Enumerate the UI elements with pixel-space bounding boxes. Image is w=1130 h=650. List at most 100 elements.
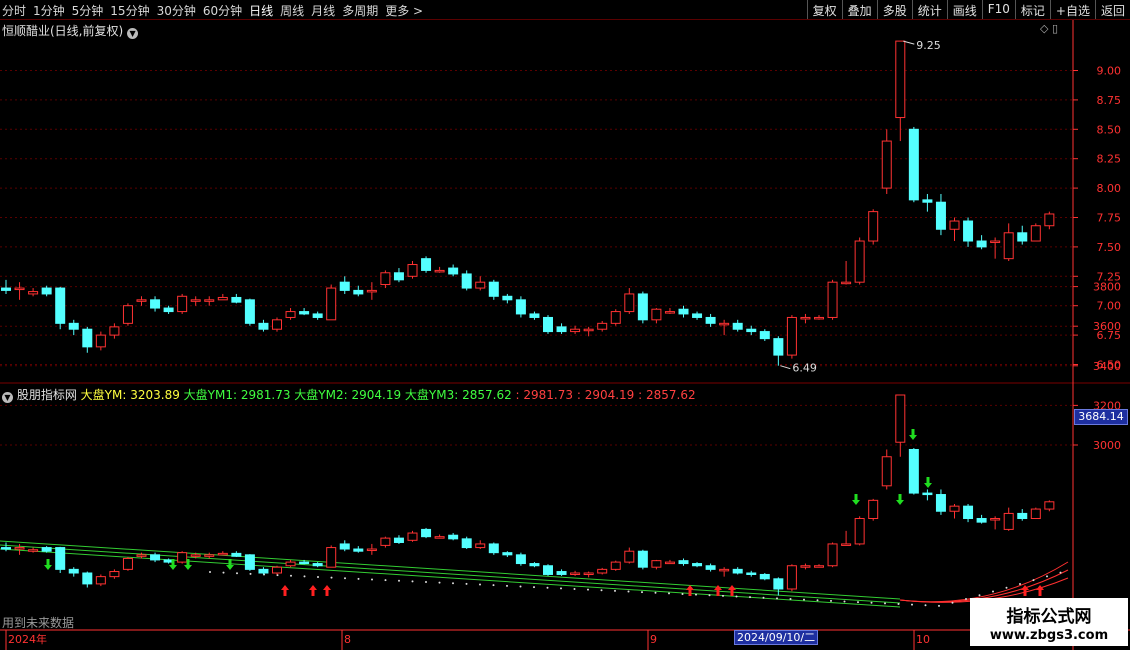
- ind-candle-body: [448, 534, 459, 540]
- period-tab-9[interactable]: 多周期: [342, 4, 378, 18]
- ind-candle-body: [150, 554, 161, 561]
- ind-candle-body: [637, 550, 648, 568]
- candle-body: [976, 240, 987, 248]
- action-button-3[interactable]: 统计: [911, 0, 947, 19]
- candle-body: [272, 319, 282, 330]
- ind-candle-body: [366, 548, 377, 552]
- candle-body: [908, 128, 919, 201]
- candle-body: [868, 211, 879, 242]
- dot-marker: [560, 587, 562, 590]
- period-tab-3[interactable]: 15分钟: [110, 4, 149, 18]
- ind-candle-body: [299, 561, 310, 565]
- dot-marker: [533, 586, 535, 589]
- ind-candle-body: [732, 568, 743, 574]
- dot-marker: [641, 591, 643, 594]
- period-tab-6[interactable]: 日线: [249, 4, 273, 18]
- action-button-0[interactable]: 复权: [806, 0, 842, 19]
- action-button-7[interactable]: +自选: [1049, 0, 1095, 19]
- ind-candle-body: [746, 572, 757, 575]
- ind-candle-body: [881, 456, 892, 487]
- candle-body: [990, 240, 1001, 244]
- ind-candle-body: [258, 568, 269, 574]
- ind-candle-body: [922, 492, 933, 496]
- dot-marker: [519, 585, 522, 588]
- time-tick-label: 9: [650, 633, 657, 646]
- up-arrow-icon: [309, 585, 317, 596]
- dot-marker: [425, 581, 427, 584]
- ind-candle-body: [963, 505, 974, 520]
- period-tab-8[interactable]: 月线: [311, 4, 335, 18]
- chart-canvas[interactable]: 9.008.758.508.258.007.757.507.257.006.75…: [0, 20, 1130, 650]
- price-tick-label: 8.75: [1097, 94, 1122, 107]
- candle-body: [800, 316, 811, 320]
- ind-candle-body: [1044, 501, 1055, 510]
- action-button-4[interactable]: 画线: [946, 0, 982, 19]
- dot-marker: [303, 575, 306, 578]
- watermark-logo: 指标公式网 www.zbgs3.com: [970, 598, 1128, 646]
- candle-body: [1017, 232, 1028, 242]
- up-arrow-icon: [323, 585, 331, 596]
- ind-candle-body: [82, 572, 93, 585]
- action-button-2[interactable]: 多股: [876, 0, 912, 19]
- ind-candle-body: [529, 563, 540, 567]
- candle-body: [963, 220, 974, 242]
- ind-candle-body: [827, 543, 838, 567]
- ind-candle-body: [990, 518, 1001, 521]
- dot-marker: [209, 571, 211, 573]
- ind-candle-body: [976, 518, 987, 523]
- candle-body: [881, 140, 892, 189]
- candle-body: [204, 299, 215, 302]
- ind-candle-body: [285, 561, 296, 567]
- action-button-1[interactable]: 叠加: [841, 0, 877, 19]
- down-arrow-icon: [852, 494, 860, 505]
- period-tab-4[interactable]: 30分钟: [157, 4, 196, 18]
- dot-marker: [398, 579, 400, 582]
- candle-body: [732, 322, 743, 330]
- candle-body: [678, 308, 689, 315]
- ind-candle-body: [597, 568, 608, 574]
- period-tab-0[interactable]: 分时: [2, 4, 26, 18]
- up-arrow-icon: [728, 585, 736, 596]
- dot-marker: [951, 601, 954, 604]
- candle-body: [841, 281, 852, 285]
- down-arrow-icon: [909, 429, 917, 440]
- candle-body: [353, 289, 364, 295]
- candle-body: [461, 273, 472, 289]
- candle-body: [651, 308, 662, 321]
- ind-candle-body: [407, 532, 418, 541]
- dot-marker: [506, 584, 508, 587]
- watermark-title: 指标公式网: [1006, 607, 1092, 627]
- dot-marker: [884, 602, 886, 605]
- candle-body: [1044, 213, 1055, 227]
- candle-body: [488, 281, 499, 297]
- period-tab-7[interactable]: 周线: [280, 4, 304, 18]
- action-button-8[interactable]: 返回: [1094, 0, 1130, 19]
- price-tick-label: 8.00: [1097, 182, 1122, 195]
- low-label: 6.49: [792, 362, 817, 375]
- candle-body: [407, 264, 418, 277]
- period-tab-10[interactable]: 更多 >: [385, 4, 423, 18]
- candle-body: [786, 316, 797, 356]
- candle-body: [515, 299, 526, 315]
- ind-candle-body: [1017, 512, 1028, 520]
- dot-marker: [222, 571, 225, 574]
- dot-marker: [627, 590, 630, 593]
- ind-candle-body: [543, 565, 553, 575]
- ind-candle-body: [868, 499, 879, 520]
- dot-marker: [1059, 571, 1062, 574]
- period-tab-1[interactable]: 1分钟: [33, 4, 65, 18]
- candle-body: [1, 287, 11, 291]
- candle-body: [28, 291, 39, 295]
- candle-body: [55, 287, 66, 324]
- dot-marker: [870, 601, 873, 604]
- ind-candle-body: [353, 548, 364, 552]
- ind-candle-body: [570, 572, 581, 575]
- period-tab-2[interactable]: 5分钟: [72, 4, 104, 18]
- action-button-6[interactable]: 标记: [1014, 0, 1050, 19]
- dot-marker: [465, 582, 468, 585]
- period-tab-5[interactable]: 60分钟: [203, 4, 242, 18]
- dot-marker: [857, 601, 859, 604]
- ind-candle-body: [841, 543, 852, 546]
- action-button-5[interactable]: F10: [981, 0, 1015, 19]
- action-buttons: 复权 叠加 多股 统计 画线 F10 标记 +自选 返回: [806, 0, 1130, 19]
